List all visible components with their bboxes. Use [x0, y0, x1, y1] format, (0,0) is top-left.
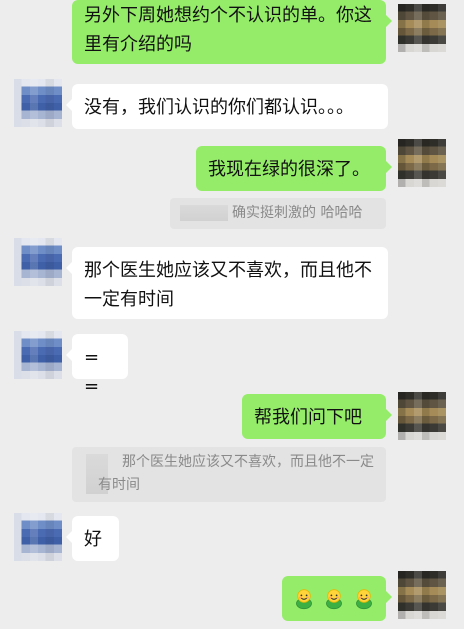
avatar-self[interactable]: [398, 139, 446, 187]
message-bubble[interactable]: 另外下周她想约个不认识的单。你这里有介绍的吗: [72, 0, 392, 64]
quoted-message[interactable]: 那个医生她应该又不喜欢，而且他不一定有时间: [72, 447, 386, 502]
avatar-self[interactable]: [398, 571, 446, 619]
smiling-face-icon: [326, 588, 342, 609]
message-bubble[interactable]: 帮我们问下吧: [242, 394, 392, 439]
avatar-self[interactable]: [398, 4, 446, 52]
smiling-face-icon: [356, 588, 372, 609]
message-bubble[interactable]: 那个医生她应该又不喜欢，而且他不一定有时间: [66, 247, 388, 319]
avatar-contact[interactable]: [14, 331, 62, 379]
quoted-text: 那个医生她应该又不喜欢，而且他不一定有时间: [98, 454, 374, 493]
avatar-self[interactable]: [398, 392, 446, 440]
smiling-face-icon: [296, 588, 312, 609]
message-bubble[interactable]: 好: [66, 516, 119, 561]
message-text: 没有，我们认识的你们都认识。。。: [84, 97, 354, 118]
message-text: 那个医生她应该又不喜欢，而且他不一定有时间: [84, 260, 372, 310]
message-text: = =: [84, 347, 100, 397]
message-text: 另外下周她想约个不认识的单。你这里有介绍的吗: [84, 5, 372, 55]
message-bubble[interactable]: 我现在绿的很深了。: [196, 146, 392, 191]
quoted-text: 确实挺刺激的 哈哈哈: [232, 205, 363, 221]
message-bubble[interactable]: 没有，我们认识的你们都认识。。。: [66, 84, 388, 129]
message-text: 好: [84, 529, 102, 550]
avatar-contact[interactable]: [14, 238, 62, 286]
quoted-message[interactable]: 确实挺刺激的 哈哈哈: [170, 198, 386, 229]
message-bubble[interactable]: = =: [66, 334, 128, 397]
avatar-contact[interactable]: [14, 79, 62, 127]
avatar-contact[interactable]: [14, 513, 62, 561]
message-text: 我现在绿的很深了。: [208, 159, 370, 180]
quoted-avatar: [180, 205, 228, 221]
message-text: 帮我们问下吧: [254, 407, 362, 428]
emoji-message-bubble[interactable]: [282, 576, 392, 621]
